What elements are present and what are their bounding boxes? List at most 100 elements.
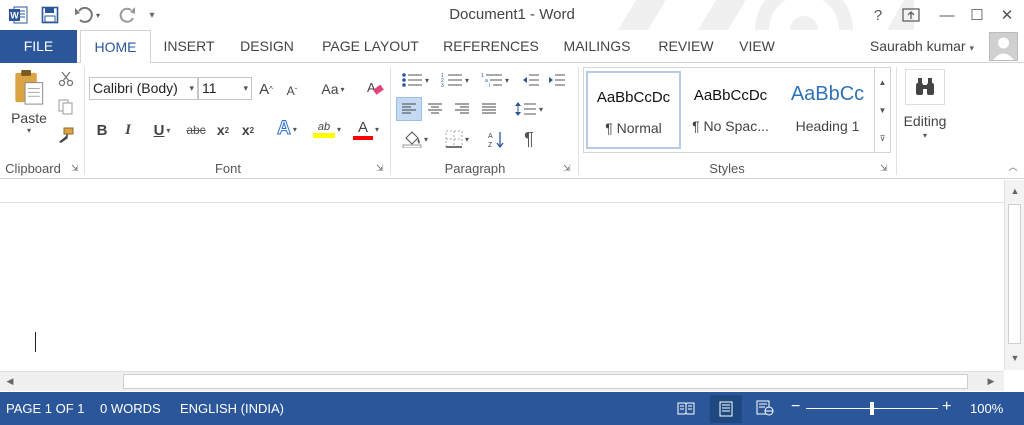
copy-icon[interactable] — [56, 97, 76, 117]
zoom-level[interactable]: 100% — [970, 401, 1003, 416]
grow-font-label: A — [259, 80, 270, 98]
show-formatting-marks-button[interactable]: ¶ — [518, 127, 540, 151]
chevron-down-icon: ▾ — [969, 43, 974, 53]
change-case-button[interactable]: Aa ▾ — [314, 79, 352, 99]
zoom-in-button[interactable]: + — [942, 398, 951, 416]
font-color-swatch — [352, 135, 373, 140]
minimize-button[interactable]: — — [935, 3, 959, 27]
tab-design[interactable]: DESIGN — [232, 30, 302, 63]
vertical-scroll-thumb[interactable] — [1008, 204, 1021, 344]
highlight-color-button[interactable]: ab ▾ — [308, 115, 346, 143]
user-account[interactable]: Saurabh kumar ▾ — [870, 38, 974, 54]
tab-file[interactable]: FILE — [0, 30, 77, 63]
tab-page-layout[interactable]: PAGE LAYOUT — [313, 30, 428, 63]
shrink-font-button[interactable]: Aˇ — [282, 81, 302, 101]
style-no-spacing[interactable]: AaBbCcDc ¶ No Spac... — [683, 71, 778, 149]
italic-button[interactable]: I — [119, 119, 137, 141]
scroll-up-icon[interactable]: ▲ — [1008, 183, 1022, 199]
chevron-down-icon: ▾ — [292, 124, 297, 134]
language-indicator[interactable]: ENGLISH (INDIA) — [180, 401, 284, 416]
tab-mailings[interactable]: MAILINGS — [554, 30, 640, 63]
close-button[interactable]: ✕ — [995, 3, 1019, 27]
page-count[interactable]: PAGE 1 OF 1 — [6, 401, 85, 416]
editing-label: Editing — [903, 113, 947, 129]
word-count[interactable]: 0 WORDS — [100, 401, 161, 416]
avatar[interactable] — [989, 32, 1018, 61]
line-spacing-button[interactable]: ▾ — [510, 97, 548, 121]
decrease-indent-icon[interactable] — [520, 69, 542, 91]
ribbon-home: Paste ▾ Clipboard ⇲ Calibri (Body) ▾ 11 … — [0, 63, 1024, 179]
status-bar: PAGE 1 OF 1 0 WORDS ENGLISH (INDIA) − + … — [0, 392, 1024, 425]
document-canvas[interactable] — [0, 180, 1005, 370]
superscript-digit: 2 — [249, 125, 255, 135]
vertical-scrollbar[interactable]: ▲ ▼ — [1004, 180, 1024, 370]
bold-button[interactable]: B — [93, 119, 111, 141]
increase-indent-icon[interactable] — [546, 69, 568, 91]
zoom-slider-thumb[interactable] — [870, 402, 874, 415]
numbering-icon: 123 — [441, 73, 462, 88]
bullets-button[interactable]: ▾ — [396, 69, 434, 91]
font-group-label: Font — [214, 161, 241, 176]
help-button[interactable]: ? — [866, 3, 890, 27]
ribbon-separator — [84, 67, 85, 175]
justify-icon[interactable] — [478, 97, 500, 121]
web-layout-icon[interactable] — [754, 398, 776, 418]
styles-more-icon[interactable]: ⊽ — [874, 124, 890, 152]
style-normal[interactable]: AaBbCcDc ¶ Normal — [586, 71, 681, 149]
font-name-combo[interactable]: Calibri (Body) ▾ — [89, 77, 198, 100]
styles-scroll-down-icon[interactable]: ▼ — [874, 96, 890, 124]
styles-scroll-up-icon[interactable]: ▲ — [874, 68, 890, 96]
read-mode-icon[interactable] — [675, 398, 697, 418]
caret-up-icon: ^ — [269, 84, 273, 94]
chevron-down-icon: ▾ — [26, 126, 31, 135]
font-size-combo[interactable]: 11 ▾ — [198, 77, 252, 100]
subscript-digit: 2 — [224, 125, 230, 135]
horizontal-scroll-thumb[interactable] — [123, 374, 968, 389]
editing-button[interactable]: Editing ▾ — [900, 67, 950, 151]
tab-view[interactable]: VIEW — [732, 30, 782, 63]
tab-references[interactable]: REFERENCES — [440, 30, 542, 63]
scroll-left-icon[interactable]: ◀ — [3, 373, 17, 389]
clipboard-dialog-launcher-icon[interactable]: ⇲ — [71, 163, 81, 173]
subscript-button[interactable]: x2 — [213, 119, 233, 141]
maximize-button[interactable]: ☐ — [965, 3, 989, 27]
format-painter-icon[interactable] — [56, 125, 76, 145]
font-color-button[interactable]: A ▾ — [348, 115, 384, 143]
cut-icon[interactable] — [56, 69, 76, 89]
sort-icon[interactable]: AZ — [484, 127, 508, 151]
horizontal-scrollbar[interactable]: ◀ ▶ — [0, 371, 1004, 391]
align-center-icon[interactable] — [424, 97, 446, 121]
styles-dialog-launcher-icon[interactable]: ⇲ — [880, 163, 890, 173]
borders-button[interactable]: ▾ — [438, 127, 476, 151]
align-right-icon[interactable] — [451, 97, 473, 121]
binoculars-icon — [905, 69, 945, 105]
multilevel-list-button[interactable]: 1ai ▾ — [476, 69, 514, 91]
text-effects-button[interactable]: A ▾ — [272, 117, 302, 141]
paragraph-dialog-launcher-icon[interactable]: ⇲ — [563, 163, 573, 173]
style-heading-1[interactable]: AaBbCc Heading 1 — [780, 71, 875, 149]
tab-review[interactable]: REVIEW — [652, 30, 720, 63]
chevron-down-icon: ▾ — [922, 131, 927, 140]
ribbon-display-options-button[interactable] — [899, 3, 923, 27]
collapse-ribbon-icon[interactable]: ︿ — [1006, 159, 1020, 173]
strikethrough-button[interactable]: abc — [183, 119, 209, 141]
print-layout-icon[interactable] — [710, 395, 742, 423]
scroll-down-icon[interactable]: ▼ — [1008, 350, 1022, 366]
highlight-color-swatch — [312, 132, 335, 138]
tab-home[interactable]: HOME — [80, 30, 151, 64]
shading-button[interactable]: ▾ — [396, 127, 434, 151]
underline-button[interactable]: U ▾ — [145, 119, 179, 141]
paste-button[interactable]: Paste ▾ — [6, 69, 52, 135]
grow-font-button[interactable]: A ^ — [256, 79, 276, 99]
numbering-button[interactable]: 123 ▾ — [436, 69, 474, 91]
scroll-right-icon[interactable]: ▶ — [984, 373, 998, 389]
zoom-out-button[interactable]: − — [791, 398, 800, 416]
styles-group-label: Styles — [709, 161, 745, 176]
align-left-icon[interactable] — [396, 97, 422, 121]
clear-formatting-icon[interactable]: A — [364, 77, 386, 99]
font-color-label: A — [357, 118, 368, 136]
tab-insert[interactable]: INSERT — [158, 30, 220, 63]
superscript-button[interactable]: x2 — [238, 119, 258, 141]
font-dialog-launcher-icon[interactable]: ⇲ — [376, 163, 386, 173]
chevron-down-icon: ▾ — [243, 83, 248, 93]
